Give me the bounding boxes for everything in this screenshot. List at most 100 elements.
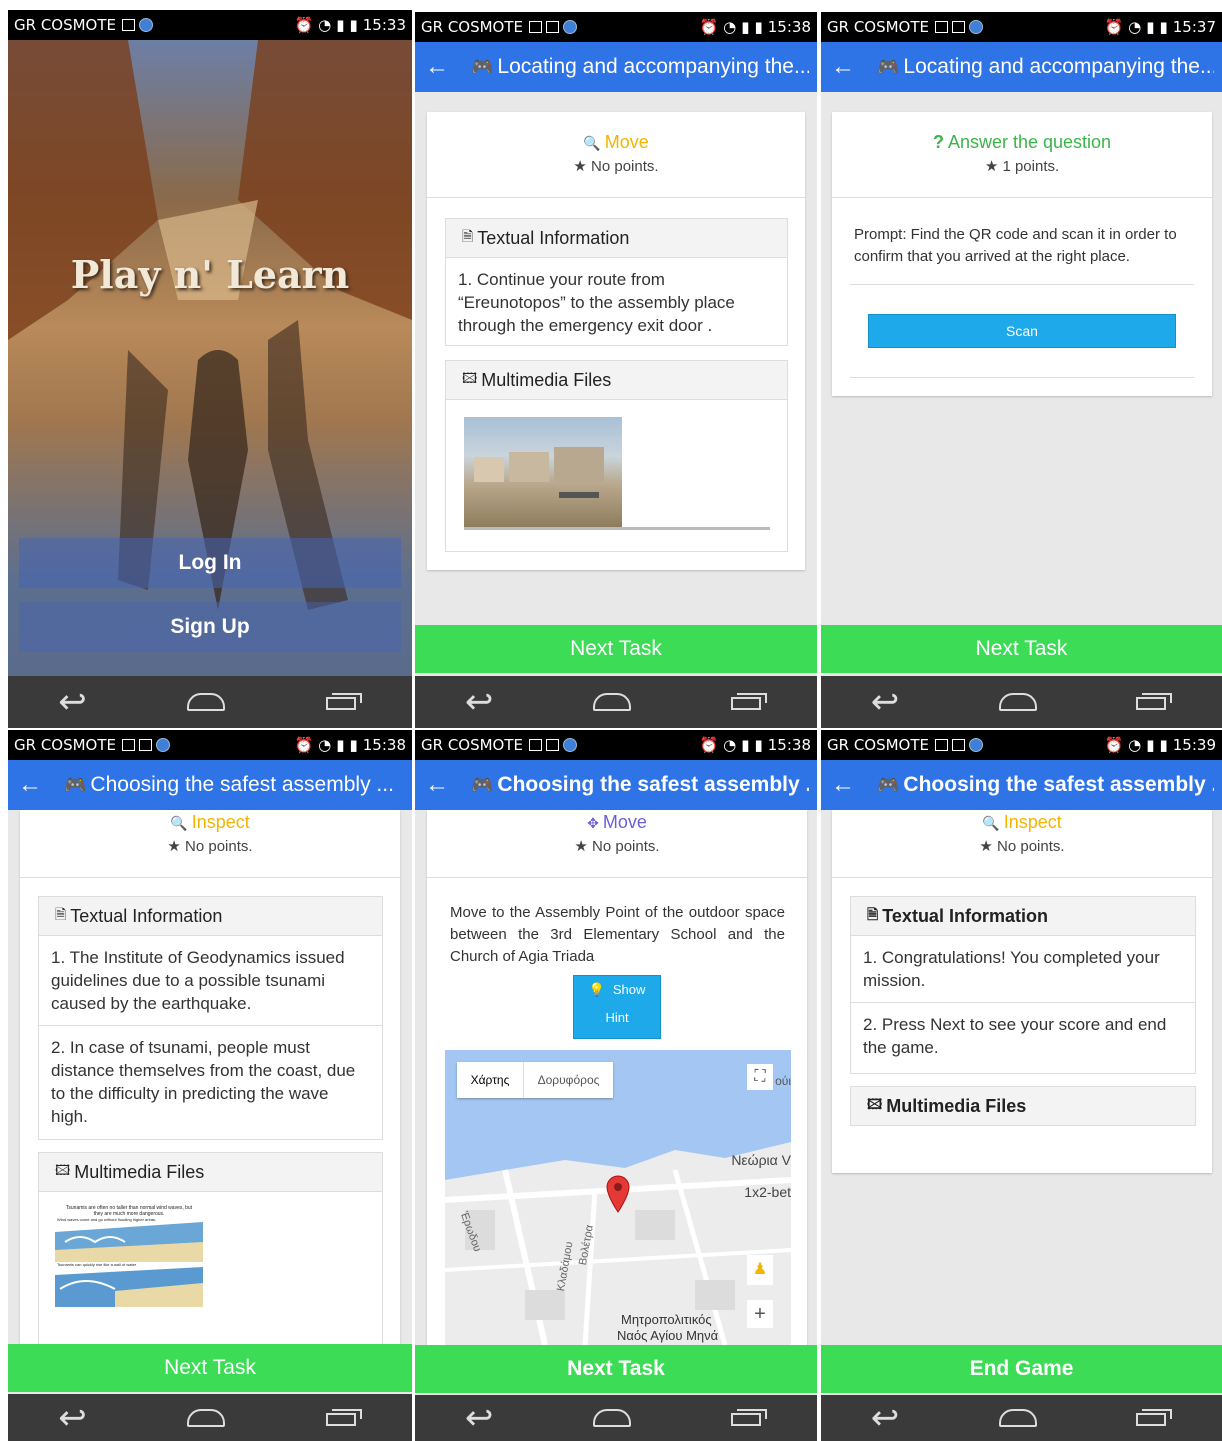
app-title: Play n' Learn	[70, 252, 350, 297]
signal-icon: ▮	[741, 18, 750, 36]
task-points: No points.	[592, 838, 660, 855]
nav-home-icon[interactable]	[187, 693, 226, 711]
gamepad-icon: 🎮	[471, 57, 494, 77]
task-header: ? Answer the question ★ 1 points.	[832, 112, 1212, 198]
show-hint-button[interactable]: 💡 Show Hint	[573, 975, 661, 1039]
images-icon: 🖾	[867, 1097, 883, 1113]
nav-recent-icon[interactable]	[731, 693, 768, 711]
signal-icon: ▮	[336, 16, 345, 34]
android-nav-bar: ↩	[8, 676, 412, 728]
globe-icon	[139, 18, 154, 32]
task-card: 🔍 Inspect ★ No points. 🗎 Textual Informati…	[832, 810, 1212, 1173]
nav-recent-icon[interactable]	[1136, 693, 1173, 711]
back-arrow-icon[interactable]: ←	[423, 53, 471, 81]
back-arrow-icon[interactable]: ←	[423, 771, 471, 799]
globe-icon	[563, 738, 578, 752]
wifi-icon: ◔	[318, 736, 332, 754]
image-icon	[139, 739, 153, 751]
next-task-button[interactable]: Next Task	[415, 625, 817, 673]
back-arrow-icon[interactable]: ←	[829, 53, 877, 81]
multimedia-header: Multimedia Files	[481, 369, 612, 390]
screen-move-task: GR COSMOTE ⏰ ◔ ▮ ▮ 15:38 ← 🎮 Locating and acc…	[415, 12, 817, 728]
next-task-button[interactable]: Next Task	[415, 1345, 817, 1393]
task-card: 🔍 Move ★ No points. 🗎 Textual Information …	[427, 112, 805, 570]
carrier-label: GR COSMOTE	[14, 16, 117, 34]
task-points: No points.	[185, 838, 253, 855]
clock: 15:38	[362, 736, 406, 754]
nav-back-icon[interactable]: ↩	[58, 685, 87, 719]
textual-info-header: Textual Information	[882, 905, 1048, 926]
text-item: 1. The Institute of Geodynamics issued g…	[39, 936, 382, 1026]
nav-back-icon[interactable]: ↩	[58, 1401, 87, 1435]
zoom-in-button[interactable]: +	[747, 1300, 773, 1328]
carrier-label: GR COSMOTE	[827, 736, 930, 754]
location-pin-icon[interactable]	[605, 1174, 631, 1214]
task-type: Move	[604, 132, 649, 152]
hint-label: Hint	[605, 1010, 629, 1025]
back-arrow-icon[interactable]: ←	[829, 771, 877, 799]
nav-back-icon[interactable]: ↩	[871, 685, 900, 719]
nav-recent-icon[interactable]	[1136, 1409, 1173, 1427]
clock: 15:37	[1172, 18, 1216, 36]
nav-home-icon[interactable]	[998, 1409, 1037, 1427]
status-bar: GR COSMOTE ⏰ ◔ ▮ ▮ 15:39	[821, 730, 1222, 760]
end-game-button[interactable]: End Game	[821, 1345, 1222, 1393]
nav-home-icon[interactable]	[593, 1409, 632, 1427]
screen-splash: GR COSMOTE ⏰ ◔ ▮ ▮ 15:33 Play n' Learn Log I…	[8, 10, 412, 728]
wifi-icon: ◔	[1128, 736, 1142, 754]
signup-button[interactable]: Sign Up	[19, 602, 401, 652]
nav-home-icon[interactable]	[998, 693, 1037, 711]
scan-button[interactable]: Scan	[868, 314, 1176, 348]
gamepad-icon: 🎮	[64, 775, 87, 795]
carrier-label: GR COSMOTE	[827, 18, 930, 36]
notification-icon	[122, 739, 136, 751]
nav-back-icon[interactable]: ↩	[465, 1401, 494, 1435]
status-bar: GR COSMOTE ⏰ ◔ ▮ ▮ 15:38	[8, 730, 412, 760]
gamepad-icon: 🎮	[877, 775, 900, 795]
nav-home-icon[interactable]	[593, 693, 632, 711]
lightbulb-icon: 💡	[588, 982, 605, 997]
next-task-button[interactable]: Next Task	[8, 1344, 412, 1392]
fullscreen-icon[interactable]: ⛶	[747, 1064, 773, 1090]
app-bar: ← 🎮 Locating and accompanying the...	[821, 42, 1222, 92]
star-icon: ★	[984, 158, 999, 175]
signal-icon: ▮	[1146, 736, 1155, 754]
task-points: No points.	[591, 158, 659, 175]
nav-back-icon[interactable]: ↩	[871, 1401, 900, 1435]
nav-home-icon[interactable]	[187, 1408, 226, 1427]
image-icon	[952, 21, 966, 33]
tsunami-diagram[interactable]: Tsunamis are often no taller than normal…	[55, 1205, 203, 1321]
task-header: 🔍 Inspect ★ No points.	[20, 810, 400, 878]
multimedia-image[interactable]	[464, 417, 622, 529]
globe-icon	[969, 738, 984, 752]
map-tab[interactable]: Χάρτης	[457, 1062, 524, 1098]
back-arrow-icon[interactable]: ←	[16, 771, 64, 799]
divider	[850, 377, 1194, 378]
task-header: ✥ Move ★ No points.	[427, 810, 807, 878]
satellite-tab[interactable]: Δορυφόρος	[524, 1062, 613, 1098]
nav-recent-icon[interactable]	[731, 1409, 768, 1427]
next-task-button[interactable]: Next Task	[821, 625, 1222, 673]
star-icon: ★	[573, 158, 587, 175]
images-icon: 🖾	[55, 1163, 71, 1179]
image-icon	[546, 739, 560, 751]
multimedia-panel: 🖾 Multimedia Files	[850, 1086, 1196, 1126]
alarm-icon: ⏰	[699, 736, 719, 754]
nav-recent-icon[interactable]	[325, 693, 362, 711]
status-bar: GR COSMOTE ⏰ ◔ ▮ ▮ 15:38	[415, 12, 817, 42]
carrier-label: GR COSMOTE	[421, 736, 524, 754]
login-button[interactable]: Log In	[19, 538, 401, 588]
street-view-icon[interactable]: ♟	[747, 1255, 773, 1285]
battery-icon: ▮	[754, 736, 763, 754]
nav-recent-icon[interactable]	[325, 1408, 362, 1427]
map-type-control: Χάρτης Δορυφόρος	[457, 1062, 613, 1098]
app-bar: ← 🎮 Choosing the safest assembly ...	[8, 760, 412, 810]
question-icon: ?	[932, 132, 944, 152]
image-scroll-bar[interactable]	[464, 527, 770, 530]
nav-back-icon[interactable]: ↩	[465, 685, 494, 719]
app-bar: ← 🎮 Choosing the safest assembly ...	[415, 760, 817, 810]
globe-icon	[969, 20, 984, 34]
page-title: Choosing the safest assembly ...	[90, 773, 394, 796]
map-view[interactable]: Χάρτης Δορυφόρος ⛶ ούι Νεώρια V 1x2-bet …	[445, 1050, 791, 1345]
signal-icon: ▮	[1146, 18, 1155, 36]
